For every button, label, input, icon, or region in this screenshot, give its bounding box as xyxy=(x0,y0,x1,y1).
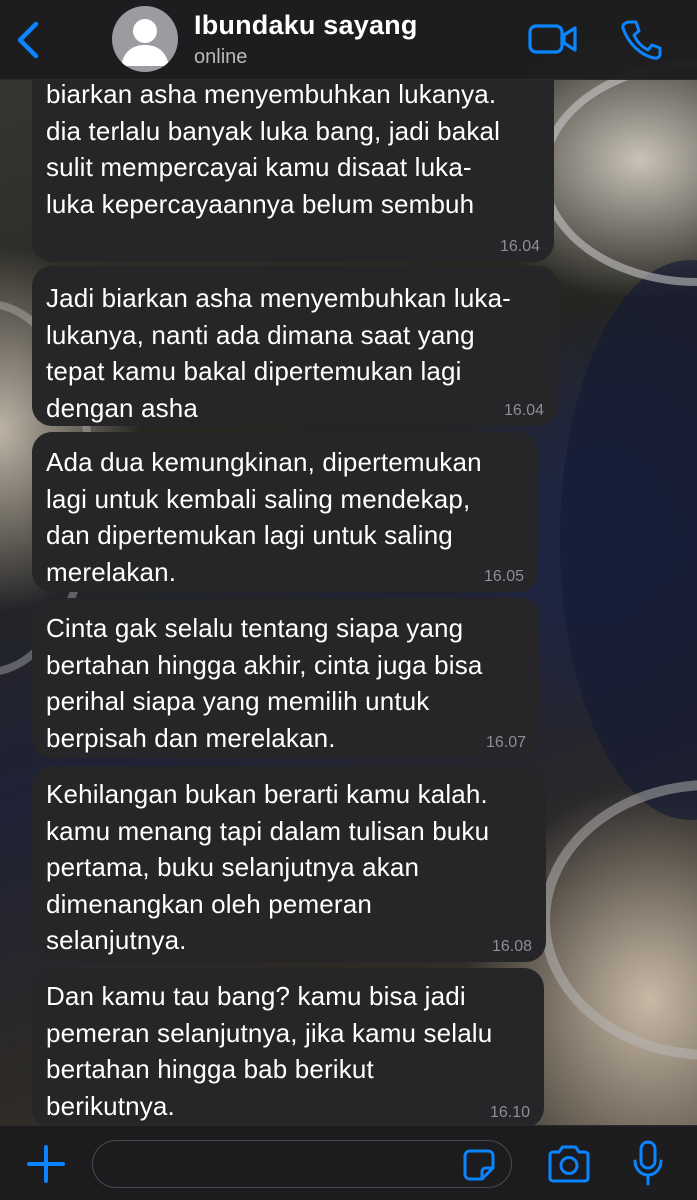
message-time: 16.05 xyxy=(483,568,524,585)
chat-screen: Ibundaku sayang online biarkan asha meny… xyxy=(0,0,697,1200)
message-list[interactable]: biarkan asha menyembuhkan lukanya. dia t… xyxy=(0,80,697,1125)
message-time: 16.08 xyxy=(491,938,532,955)
incoming-message[interactable]: Cinta gak selalu tentang siapa yang bert… xyxy=(32,598,540,758)
message-input[interactable] xyxy=(92,1140,512,1188)
incoming-message[interactable]: Ada dua kemungkinan, dipertemukan lagi u… xyxy=(32,432,538,592)
message-time: 16.10 xyxy=(489,1104,530,1121)
message-text: Dan kamu tau bang? kamu bisa jadi pemera… xyxy=(46,981,493,1121)
message-text: Cinta gak selalu tentang siapa yang bert… xyxy=(46,613,483,753)
incoming-message[interactable]: Jadi biarkan asha menyembuhkan luka- luk… xyxy=(32,266,558,426)
incoming-message[interactable]: Dan kamu tau bang? kamu bisa jadi pemera… xyxy=(32,968,544,1125)
chat-header: Ibundaku sayang online xyxy=(0,0,697,80)
message-text: Ada dua kemungkinan, dipertemukan lagi u… xyxy=(46,447,482,587)
incoming-message[interactable]: Kehilangan bukan berarti kamu kalah. kam… xyxy=(32,766,546,962)
incoming-message[interactable]: biarkan asha menyembuhkan lukanya. dia t… xyxy=(32,80,554,262)
plus-icon[interactable] xyxy=(26,1144,66,1184)
message-text: biarkan asha menyembuhkan lukanya. dia t… xyxy=(46,80,501,219)
microphone-icon[interactable] xyxy=(632,1140,664,1186)
message-time: 16.04 xyxy=(499,238,540,255)
sticker-icon[interactable] xyxy=(462,1148,496,1182)
phone-icon[interactable] xyxy=(620,18,662,60)
message-text: Kehilangan bukan berarti kamu kalah. kam… xyxy=(46,779,490,955)
video-camera-icon[interactable] xyxy=(528,22,578,56)
message-composer xyxy=(0,1125,697,1200)
avatar[interactable] xyxy=(112,6,178,72)
message-time: 16.07 xyxy=(485,734,526,751)
message-text: Jadi biarkan asha menyembuhkan luka- luk… xyxy=(46,283,511,423)
chevron-left-icon[interactable] xyxy=(14,20,44,60)
default-avatar-icon xyxy=(121,19,169,66)
message-time: 16.04 xyxy=(503,402,544,419)
contact-name[interactable]: Ibundaku sayang xyxy=(194,10,418,41)
contact-status: online xyxy=(194,46,248,68)
camera-icon[interactable] xyxy=(546,1144,592,1184)
